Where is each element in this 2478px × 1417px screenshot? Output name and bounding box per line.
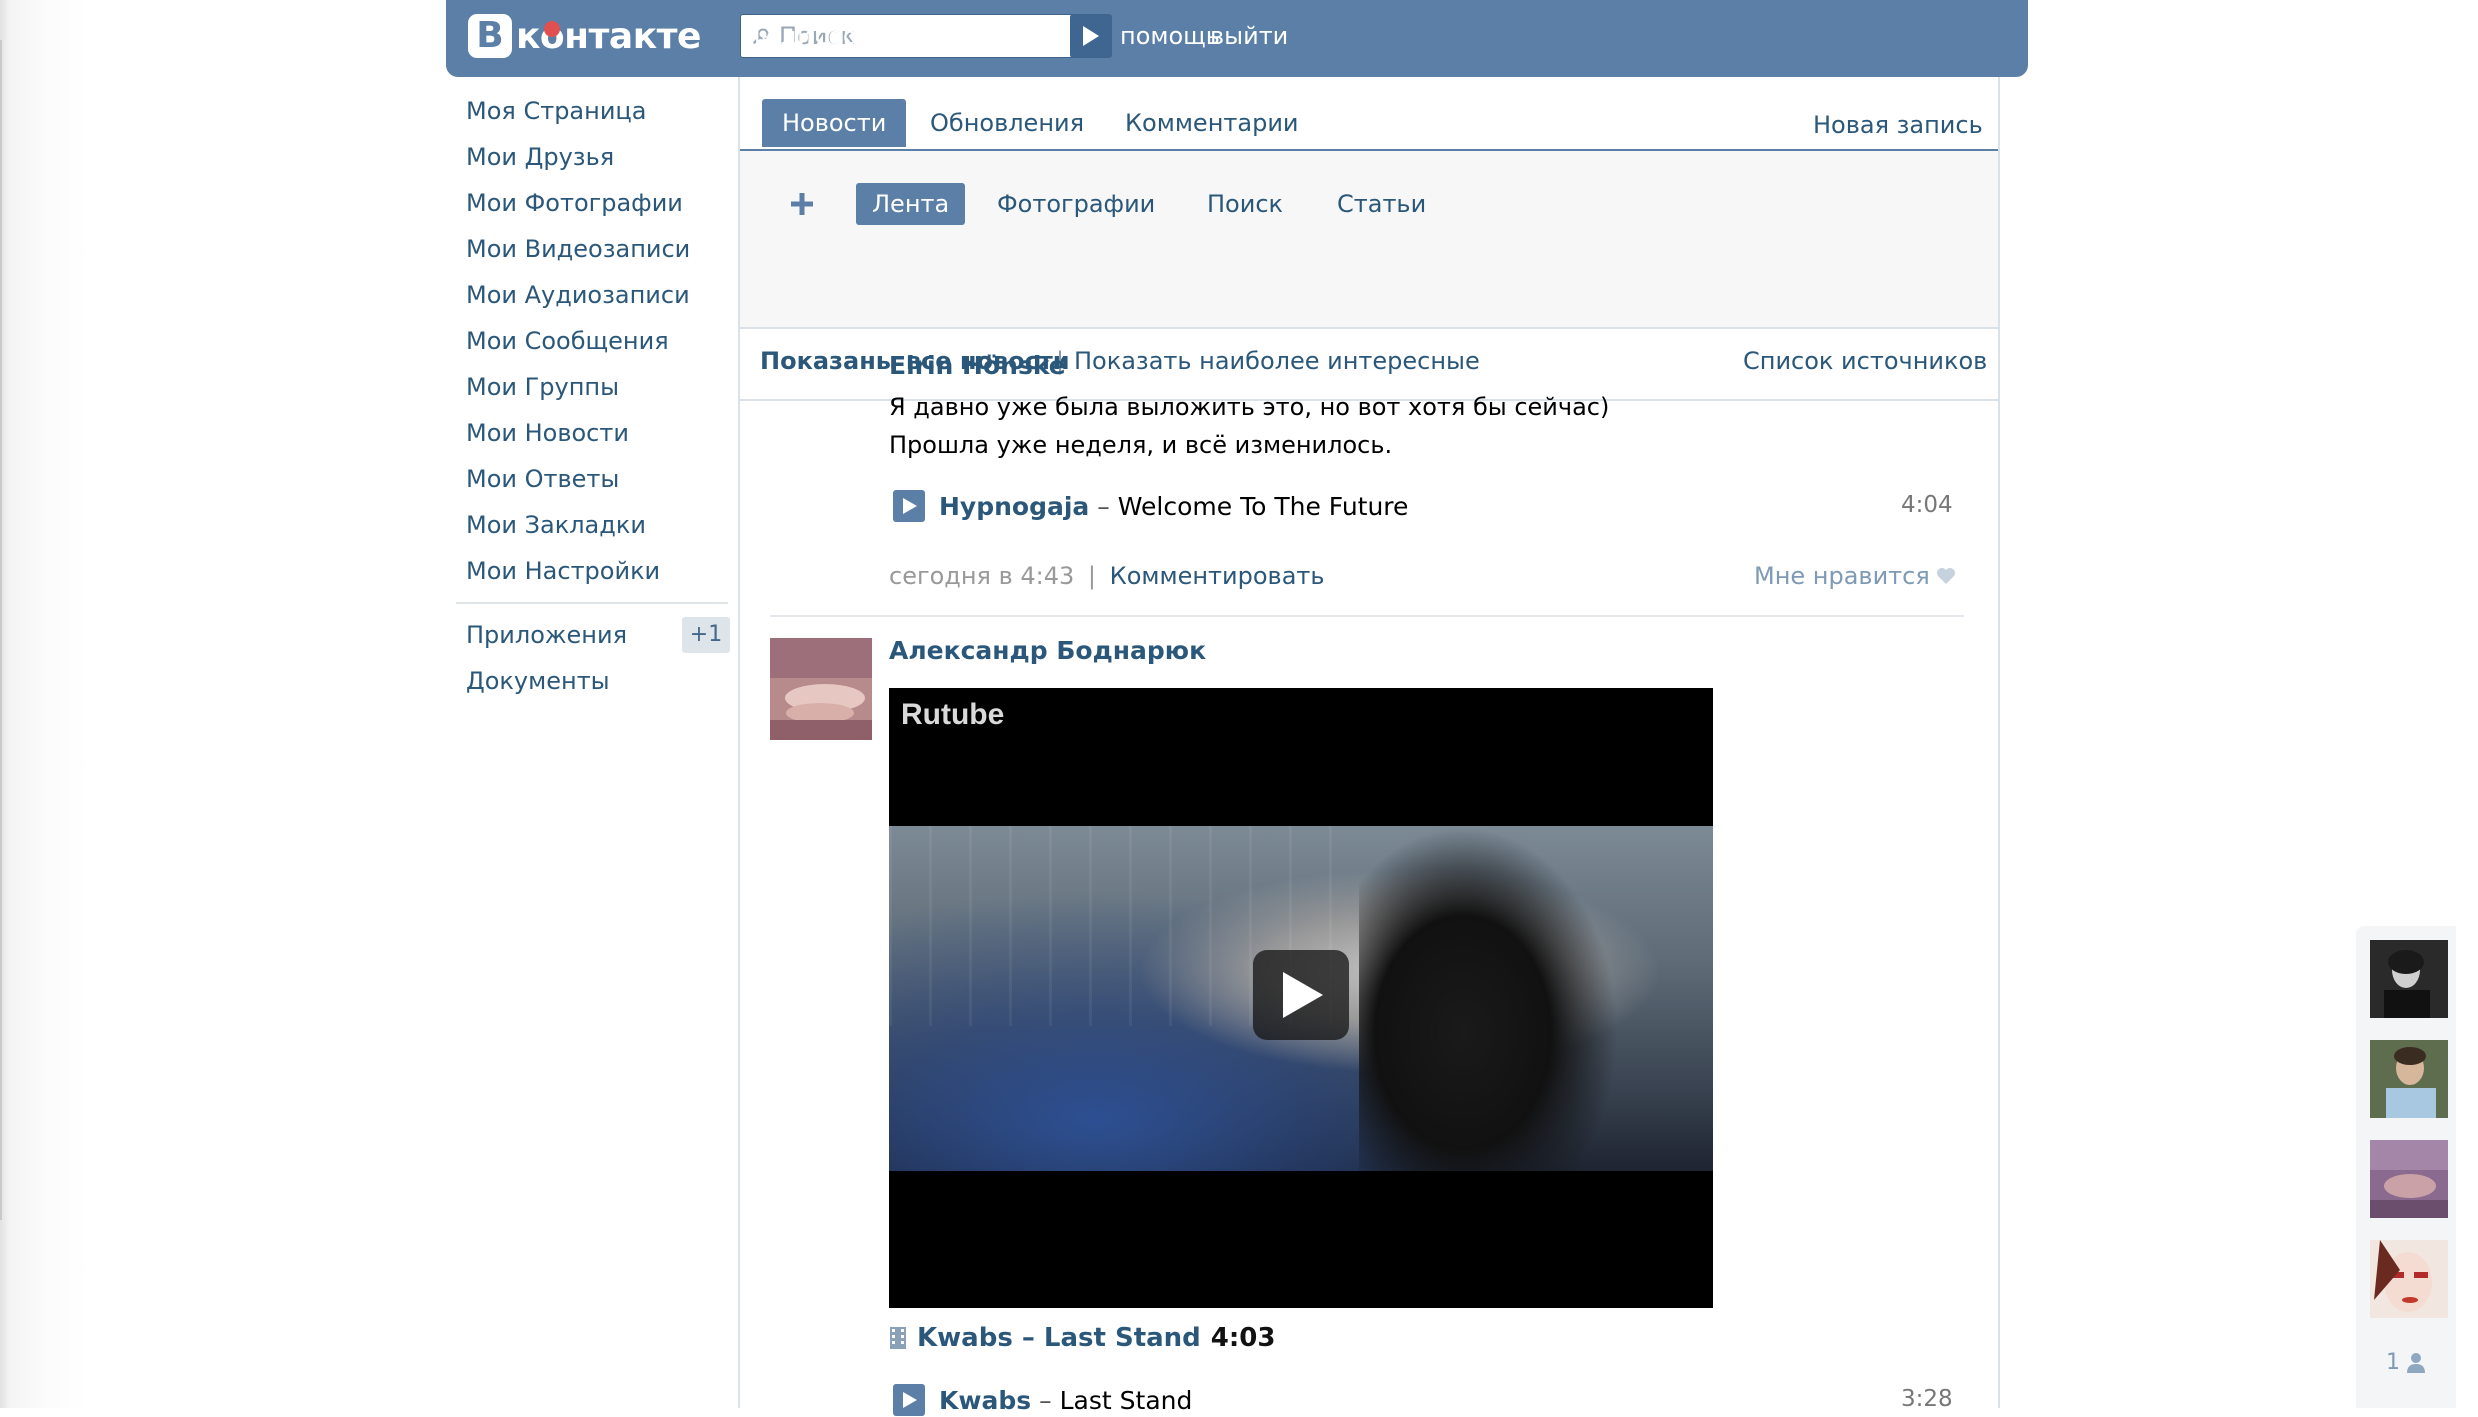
meta-separator: | (1087, 562, 1097, 590)
audio-track: Kwabs – Last Stand (893, 1383, 1192, 1417)
vk-logo[interactable]: В контакте (468, 13, 701, 59)
news-tabs: Новости Обновления Комментарии Новая зап… (740, 77, 1998, 151)
menu-my-answers[interactable]: Мои Ответы (466, 456, 726, 502)
tab-news[interactable]: Новости (762, 99, 907, 147)
chat-avatar[interactable] (2370, 1140, 2448, 1218)
online-count-value: 1 (2386, 1350, 2400, 1375)
tab-updates[interactable]: Обновления (930, 99, 1084, 147)
video-caption: Kwabs – Last Stand 4:03 (889, 1318, 1275, 1358)
chat-avatar-image (2370, 940, 2448, 1018)
audio-duration: 3:28 (1901, 1386, 1953, 1412)
subtab-search[interactable]: Поиск (1207, 183, 1283, 225)
play-icon (1083, 26, 1099, 46)
post-author[interactable]: Eirin Hönske (889, 351, 1066, 380)
chat-avatar-image (2370, 1240, 2448, 1318)
chat-avatar[interactable] (2370, 1240, 2448, 1318)
sources-list-link[interactable]: Список источников (1743, 347, 1987, 375)
logo-ornament-icon (544, 21, 560, 37)
avatar[interactable] (770, 638, 872, 740)
like-button[interactable]: Мне нравится (1754, 562, 1956, 590)
audio-artist[interactable]: Hypnogaja (939, 492, 1089, 521)
audio-title[interactable]: Welcome To The Future (1118, 492, 1409, 521)
menu-my-groups[interactable]: Мои Группы (466, 364, 726, 410)
subtab-feed[interactable]: Лента (856, 183, 966, 225)
play-icon (1283, 972, 1323, 1018)
plus-icon[interactable] (790, 192, 814, 216)
chat-sidebar: 1 (2356, 926, 2456, 1408)
audio-duration: 4:04 (1901, 492, 1953, 518)
audio-artist[interactable]: Kwabs (939, 1386, 1031, 1415)
menu-documents[interactable]: Документы (466, 658, 726, 704)
post-author[interactable]: Александр Боднарюк (889, 636, 1206, 665)
comment-link[interactable]: Комментировать (1110, 562, 1325, 590)
subtab-photos[interactable]: Фотографии (997, 183, 1155, 225)
video-duration: 4:03 (1210, 1323, 1276, 1353)
menu-my-friends[interactable]: Мои Друзья (466, 134, 726, 180)
menu-my-settings[interactable]: Мои Настройки (466, 548, 726, 594)
post-divider (770, 615, 1964, 617)
video-logo: Rutube (901, 698, 1005, 731)
menu-divider (456, 602, 728, 604)
window-shadow (0, 0, 90, 1408)
menu-my-messages[interactable]: Мои Сообщения (466, 318, 726, 364)
chat-avatar-image (2370, 1040, 2448, 1118)
menu-my-audio[interactable]: Мои Аудиозаписи (466, 272, 726, 318)
post-text-line: Прошла уже неделя, и всё изменилось. (889, 431, 1393, 459)
music-play-button[interactable] (1070, 14, 1112, 58)
tab-comments[interactable]: Комментарии (1125, 99, 1299, 147)
audio-track: Hypnogaja – Welcome To The Future (893, 489, 1408, 523)
logo-text: контакте (516, 15, 701, 57)
apps-badge[interactable]: +1 (682, 617, 730, 653)
audio-dash: – (1097, 491, 1110, 521)
chat-avatar-image (2370, 1140, 2448, 1218)
play-icon (903, 498, 917, 514)
nav-games[interactable]: игры (935, 22, 997, 50)
user-icon (2407, 1352, 2425, 1373)
heart-icon (1936, 568, 1955, 584)
menu-my-bookmarks[interactable]: Мои Закладки (466, 502, 726, 548)
filter-interesting-link[interactable]: Показать наиболее интересные (1074, 347, 1480, 375)
online-count[interactable]: 1 (2386, 1350, 2426, 1375)
chat-avatar[interactable] (2370, 1040, 2448, 1118)
nav-help[interactable]: помощь (1120, 22, 1220, 50)
video-title[interactable]: Kwabs – Last Stand (917, 1323, 1201, 1353)
audio-play-button[interactable] (893, 1384, 925, 1416)
nav-logout[interactable]: выйти (1210, 22, 1288, 50)
video-icon (890, 1327, 906, 1349)
subtab-articles[interactable]: Статьи (1337, 183, 1426, 225)
video-play-button[interactable] (1253, 950, 1349, 1040)
left-menu: Моя Страница Мои Друзья Мои Фотографии М… (456, 88, 730, 704)
top-header: В контакте люди сообщества игры музыка п… (446, 0, 2028, 77)
avatar-image (770, 638, 872, 740)
audio-dash: – (1039, 1385, 1052, 1415)
like-label: Мне нравится (1754, 562, 1930, 590)
nav-people[interactable]: люди (745, 22, 813, 50)
play-icon (903, 1392, 917, 1408)
audio-play-button[interactable] (893, 490, 925, 522)
logo-letter: В (468, 14, 512, 58)
video-player[interactable]: Rutube (889, 688, 1713, 1308)
menu-my-photos[interactable]: Мои Фотографии (466, 180, 726, 226)
chat-avatar[interactable] (2370, 940, 2448, 1018)
post-text-line: Я давно уже была выложить это, но вот хо… (889, 393, 1610, 421)
feed-subbar: Лента Фотографии Поиск Статьи (740, 151, 1998, 329)
menu-my-news[interactable]: Мои Новости (466, 410, 726, 456)
menu-my-videos[interactable]: Мои Видеозаписи (466, 226, 726, 272)
audio-title[interactable]: Last Stand (1060, 1386, 1193, 1415)
post-time[interactable]: сегодня в 4:43 (889, 562, 1074, 590)
menu-my-page[interactable]: Моя Страница (466, 88, 726, 134)
post-meta: сегодня в 4:43 | Комментировать (889, 562, 1325, 590)
new-post-link[interactable]: Новая запись (1813, 101, 1983, 149)
